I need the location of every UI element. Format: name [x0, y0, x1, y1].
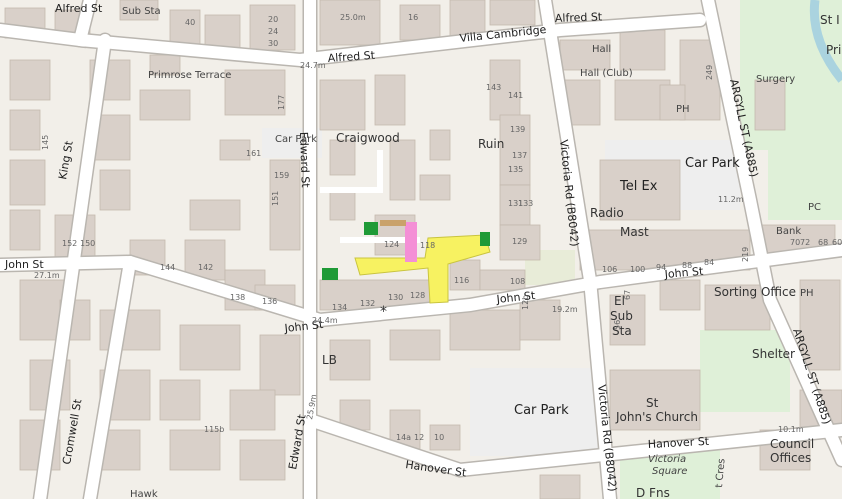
- house-number: 249: [705, 65, 714, 80]
- elevation-24-4: 24.4m: [312, 316, 338, 325]
- street-john-st-left: John St: [4, 258, 44, 271]
- house-number: 161: [246, 149, 261, 158]
- place-hall: Hall: [592, 44, 611, 55]
- house-number: 138: [230, 293, 245, 302]
- place-shelter: Shelter: [752, 347, 795, 361]
- house-number: 219: [741, 247, 750, 262]
- house-number: 135: [508, 165, 523, 174]
- house-number: 56: [613, 320, 622, 330]
- highlight-orange[interactable]: [380, 220, 406, 226]
- house-number: 118: [420, 241, 435, 250]
- place-ph-mid: PH: [676, 104, 690, 115]
- house-number: 115b: [204, 425, 224, 434]
- place-st-johns-1: St: [646, 396, 659, 410]
- house-number: 129: [512, 237, 527, 246]
- place-surgery: Surgery: [756, 74, 795, 85]
- house-number: 94: [656, 263, 666, 272]
- place-ruin: Ruin: [478, 137, 504, 151]
- house-number: 16: [408, 13, 418, 22]
- house-number: 143: [486, 83, 501, 92]
- house-number: 67: [623, 290, 632, 300]
- house-number: 124: [384, 240, 399, 249]
- place-d-fns: D Fns: [636, 486, 670, 499]
- house-number: 30: [268, 39, 278, 48]
- house-number: 128: [410, 291, 425, 300]
- place-car-park-right: Car Park: [685, 156, 740, 171]
- house-number: 136: [262, 297, 277, 306]
- house-number: 132: [360, 299, 375, 308]
- place-mast: Mast: [620, 225, 649, 239]
- highlight-green-1[interactable]: [364, 222, 378, 235]
- house-number: 134: [332, 303, 347, 312]
- place-bank: Bank: [776, 226, 801, 237]
- green-area-shelter: [700, 330, 790, 412]
- elevation-24-7: 24.7m: [300, 61, 326, 70]
- house-number: 12b: [521, 295, 530, 310]
- asterisk-marker-icon: *: [380, 304, 387, 320]
- house-number: 159: [274, 171, 289, 180]
- house-number: 88: [682, 261, 692, 270]
- house-number: 68: [818, 238, 828, 247]
- house-number: 108: [510, 277, 525, 286]
- elevation-11-2: 11.2m: [718, 195, 744, 204]
- highlight-pink[interactable]: [405, 222, 417, 262]
- house-number: 177: [277, 95, 286, 110]
- place-st-johns-2: John's Church: [615, 410, 698, 424]
- place-sorting-office: Sorting Office: [714, 285, 796, 299]
- house-number: 12: [414, 433, 424, 442]
- house-number: 144: [160, 263, 175, 272]
- house-number: 139: [510, 125, 525, 134]
- house-number: 133: [518, 199, 533, 208]
- street-alfred-st-top: Alfred St: [55, 2, 103, 15]
- elevation-19-2: 19.2m: [552, 305, 578, 314]
- place-car-park-bottom: Car Park: [514, 403, 569, 418]
- house-number: 116: [454, 276, 469, 285]
- place-ph-right: PH: [800, 288, 814, 299]
- park-pc-area: [768, 150, 842, 220]
- house-number: 106: [602, 265, 617, 274]
- house-number: 20: [268, 15, 278, 24]
- house-number: 84: [704, 258, 714, 267]
- house-number: 150: [80, 239, 95, 248]
- house-number: 152: [62, 239, 77, 248]
- elevation-25-0: 25.0m: [340, 13, 366, 22]
- place-hawk: Hawk: [130, 489, 158, 499]
- place-pri-top-right: Pri: [826, 43, 841, 57]
- house-number: 14a: [396, 433, 411, 442]
- place-council-1: Council: [770, 437, 814, 451]
- place-tel-ex: Tel Ex: [619, 179, 658, 194]
- house-number: 70: [790, 238, 800, 247]
- highlight-green-2[interactable]: [322, 268, 338, 280]
- house-number: 60: [832, 238, 842, 247]
- place-craigwood: Craigwood: [336, 131, 400, 145]
- house-number: 100: [630, 265, 645, 274]
- house-number: 137: [512, 151, 527, 160]
- house-number: 151: [271, 191, 280, 206]
- place-car-park-small: Car Park: [275, 134, 317, 145]
- place-radio: Radio: [590, 206, 624, 220]
- house-number: 145: [41, 135, 50, 150]
- house-number: 24: [268, 27, 278, 36]
- place-pc: PC: [808, 202, 821, 213]
- place-primrose-1: Primrose Terrace: [148, 70, 231, 81]
- place-victoria-square-2: Square: [652, 466, 687, 477]
- elevation-27-1: 27.1m: [34, 271, 60, 280]
- house-number: 10: [434, 433, 444, 442]
- place-sub-sta-top: Sub Sta: [122, 6, 161, 17]
- place-st-top-right: St I: [820, 13, 840, 27]
- place-lb: LB: [322, 353, 337, 367]
- place-victoria-square-1: Victoria: [648, 454, 686, 465]
- house-number: 40: [185, 18, 195, 27]
- highlight-green-3[interactable]: [480, 232, 490, 246]
- house-number: 130: [388, 293, 403, 302]
- street-alfred-st-right: Alfred St: [555, 10, 603, 25]
- house-number: 72: [800, 238, 810, 247]
- map-canvas[interactable]: * Alfred St Alfred St Alfred St Villa Ca…: [0, 0, 842, 499]
- house-number: 141: [508, 91, 523, 100]
- place-hall-club: Hall (Club): [580, 68, 633, 79]
- place-council-2: Offices: [770, 451, 811, 465]
- house-number: 142: [198, 263, 213, 272]
- elevation-10-1: 10.1m: [778, 425, 804, 434]
